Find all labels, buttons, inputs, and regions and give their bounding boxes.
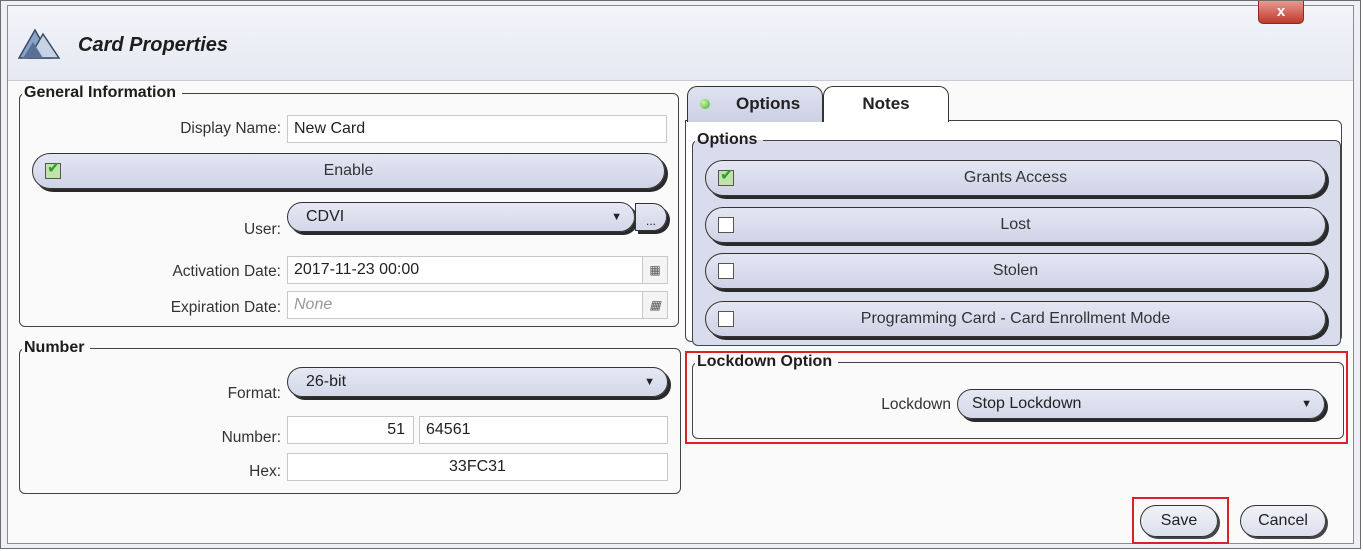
options-legend: Options: [697, 131, 758, 148]
display-name-label: Display Name:: [180, 120, 281, 137]
activation-date-field[interactable]: 2017-11-23 00:00 ▦: [287, 256, 668, 284]
display-name-field[interactable]: New Card: [287, 115, 667, 143]
card-number-field[interactable]: 64561: [419, 416, 668, 444]
card-properties-window: Card Properties x General Information Di…: [0, 0, 1361, 549]
programming-card-toggle[interactable]: Programming Card - Card Enrollment Mode: [705, 301, 1326, 337]
tab-options[interactable]: Options: [687, 86, 823, 122]
stolen-toggle[interactable]: Stolen: [705, 253, 1326, 289]
user-value: CDVI: [306, 208, 345, 225]
user-label: User:: [243, 221, 281, 238]
expiration-date-placeholder: None: [294, 296, 333, 313]
enable-label: Enable: [323, 162, 374, 179]
chevron-down-icon: ▼: [644, 376, 655, 388]
tab-notes[interactable]: Notes: [823, 86, 949, 122]
stolen-label: Stolen: [992, 262, 1039, 279]
programming-card-label: Programming Card - Card Enrollment Mode: [860, 310, 1171, 327]
number-label: Number:: [221, 429, 281, 446]
save-button[interactable]: Save: [1140, 505, 1218, 537]
user-browse-button[interactable]: ...: [635, 203, 667, 231]
format-value: 26-bit: [306, 373, 347, 390]
lockdown-option-legend: Lockdown Option: [697, 353, 833, 370]
lockdown-value: Stop Lockdown: [972, 395, 1082, 412]
general-information-legend: General Information: [24, 84, 177, 101]
title-bar: Card Properties: [8, 6, 1353, 81]
window-title: Card Properties: [78, 34, 229, 56]
calendar-icon[interactable]: ▦: [642, 257, 667, 283]
hex-label: Hex:: [249, 463, 281, 480]
user-select[interactable]: CDVI ▼: [287, 202, 635, 232]
number-legend: Number: [24, 339, 85, 356]
format-label: Format:: [227, 385, 281, 402]
lockdown-select[interactable]: Stop Lockdown ▼: [957, 389, 1325, 419]
lost-toggle[interactable]: Lost: [705, 207, 1326, 243]
tab-notes-label: Notes: [862, 94, 910, 113]
close-button[interactable]: x: [1258, 1, 1304, 24]
grants-access-label: Grants Access: [963, 169, 1068, 186]
tab-options-label: Options: [736, 94, 801, 113]
close-icon: x: [1276, 3, 1286, 20]
expiration-date-field[interactable]: None ▦: [287, 291, 668, 319]
cancel-button[interactable]: Cancel: [1240, 505, 1326, 537]
calendar-icon[interactable]: ▦: [642, 292, 667, 318]
activation-date-label: Activation Date:: [172, 263, 281, 280]
lost-label: Lost: [1000, 216, 1031, 233]
activation-date-value: 2017-11-23 00:00: [294, 261, 420, 278]
grants-access-toggle[interactable]: Grants Access: [705, 160, 1326, 196]
facility-code-field[interactable]: 51: [287, 416, 414, 444]
lockdown-label: Lockdown: [881, 396, 951, 413]
enable-toggle[interactable]: Enable: [32, 153, 665, 189]
expiration-date-label: Expiration Date:: [170, 299, 281, 316]
format-select[interactable]: 26-bit ▼: [287, 367, 668, 397]
app-logo-icon: [17, 28, 61, 59]
chevron-down-icon: ▼: [611, 211, 622, 223]
chevron-down-icon: ▼: [1301, 398, 1312, 410]
hex-field: 33FC31: [287, 453, 668, 481]
status-led-icon: [700, 99, 710, 109]
